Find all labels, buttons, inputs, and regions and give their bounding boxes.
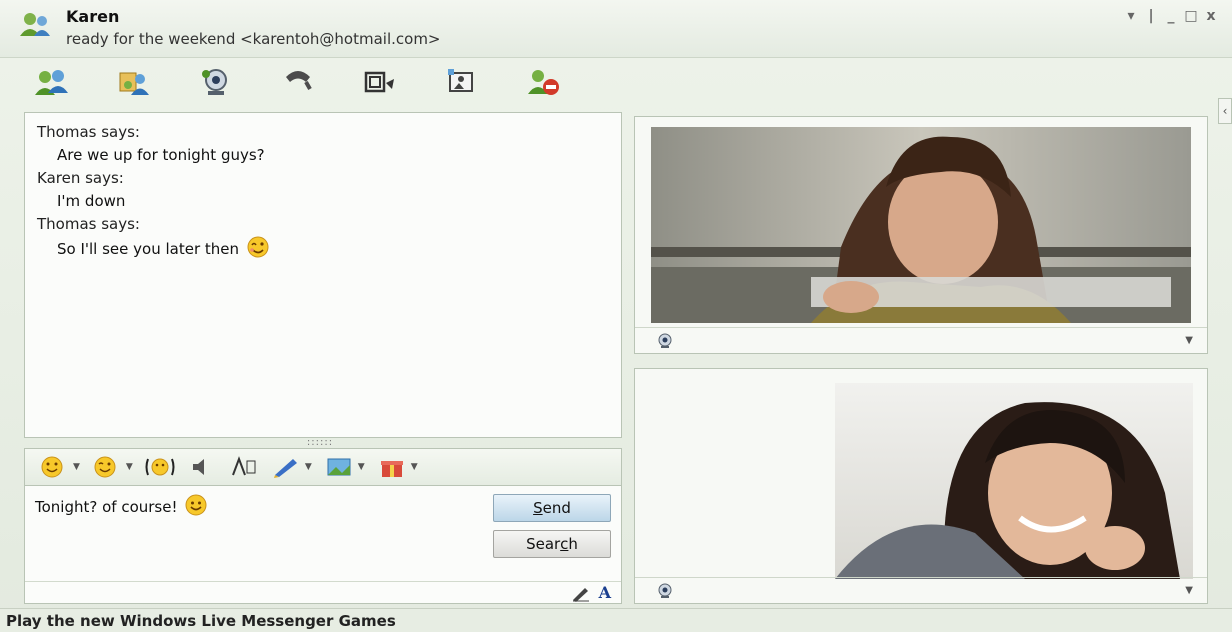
- send-label: end: [542, 499, 571, 517]
- gift-button[interactable]: ▼: [377, 455, 418, 479]
- pen-icon[interactable]: [571, 584, 591, 602]
- chevron-down-icon: ▼: [410, 462, 418, 472]
- voice-clip-button[interactable]: [187, 455, 217, 479]
- maximize-button[interactable]: □: [1184, 8, 1198, 24]
- close-button[interactable]: x: [1204, 8, 1218, 24]
- handwriting-icon: [273, 459, 297, 478]
- conversation-history[interactable]: Thomas says: Are we up for tonight guys?…: [24, 112, 622, 438]
- chevron-down-icon: ▼: [125, 462, 133, 472]
- message-sender: Thomas says:: [37, 123, 140, 141]
- search-button[interactable]: Sear c h: [493, 530, 611, 558]
- message-sender: Thomas says:: [37, 215, 140, 233]
- message-input-value: Tonight? of course!: [35, 498, 178, 516]
- video-footer: ▼: [635, 327, 1207, 353]
- video-call-icon: [202, 69, 227, 95]
- main-toolbar: [0, 60, 1232, 104]
- pane-splitter-handle[interactable]: ::::::: [290, 438, 350, 448]
- games-button[interactable]: [440, 66, 484, 98]
- contact-video-feed: [651, 127, 1191, 323]
- games-icon: [448, 69, 473, 92]
- message-input[interactable]: Tonight? of course!: [35, 494, 207, 516]
- my-video-feed: [835, 383, 1193, 579]
- search-label-pre: Sear: [526, 535, 561, 553]
- phone-call-icon: [286, 71, 312, 90]
- controls-divider: |: [1148, 8, 1154, 24]
- background-button[interactable]: ▼: [324, 455, 365, 479]
- chevron-down-icon: ▼: [357, 462, 365, 472]
- smile-emoticon-icon: [185, 494, 207, 516]
- message-text: I'm down: [57, 192, 126, 210]
- gift-icon: [380, 461, 403, 477]
- chevron-down-icon[interactable]: ▼: [1185, 335, 1193, 346]
- message-text: Are we up for tonight guys?: [57, 146, 265, 164]
- share-files-button[interactable]: [112, 66, 156, 98]
- contact-video-panel: ▼: [634, 116, 1208, 354]
- webcam-icon[interactable]: [657, 583, 673, 599]
- voice-clip-icon: [192, 459, 204, 475]
- invite-contact-icon: [35, 70, 68, 95]
- share-files-icon: [119, 72, 149, 95]
- wink-emoticon-icon: [247, 236, 269, 258]
- chevron-down-icon: ▼: [304, 462, 312, 472]
- wink-icon: [94, 456, 116, 478]
- block-contact-button[interactable]: [522, 66, 566, 98]
- block-contact-icon: [528, 70, 559, 95]
- title-bar: Karen ready for the weekend <karentoh@ho…: [0, 0, 1232, 58]
- emoticon-icon: [41, 456, 63, 478]
- chevron-down-icon[interactable]: ▼: [1185, 585, 1193, 596]
- font-button[interactable]: [229, 455, 259, 479]
- contact-name: Karen: [66, 7, 120, 26]
- emoticon-button[interactable]: ▼: [39, 455, 80, 479]
- message-input-area[interactable]: Tonight? of course! Send Sear c h A: [24, 486, 622, 604]
- ad-text[interactable]: Play the new Windows Live Messenger Game…: [6, 612, 396, 630]
- menu-dropdown-icon[interactable]: ▾: [1124, 8, 1138, 24]
- font-style-button[interactable]: A: [599, 583, 611, 602]
- font-icon: [231, 456, 256, 476]
- phone-call-button[interactable]: [276, 66, 320, 98]
- input-footer: A: [25, 581, 621, 603]
- format-toolbar: ▼ ▼ ▼ ▼ ▼: [24, 448, 622, 486]
- send-button[interactable]: Send: [493, 494, 611, 522]
- nudge-button[interactable]: [145, 455, 175, 479]
- wink-button[interactable]: ▼: [92, 455, 133, 479]
- messenger-window: Karen ready for the weekend <karentoh@ho…: [0, 0, 1232, 632]
- activities-icon: [364, 71, 394, 93]
- message-line: So I'll see you later then: [37, 236, 609, 261]
- window-controls: ▾ | _ □ x: [1124, 8, 1218, 24]
- message-text: So I'll see you later then: [57, 240, 240, 258]
- background-icon: [327, 458, 351, 476]
- send-label-mnemonic: S: [533, 499, 543, 517]
- activities-button[interactable]: [358, 66, 402, 98]
- my-video-panel: ▼: [634, 368, 1208, 604]
- contact-status: ready for the weekend <karentoh@hotmail.…: [66, 30, 441, 48]
- ad-banner[interactable]: Play the new Windows Live Messenger Game…: [0, 608, 1232, 632]
- video-footer: ▼: [635, 577, 1207, 603]
- search-label-post: h: [568, 535, 578, 553]
- nudge-icon: [145, 458, 175, 476]
- message-sender: Karen says:: [37, 169, 124, 187]
- minimize-button[interactable]: _: [1164, 8, 1178, 24]
- handwriting-button[interactable]: ▼: [271, 455, 312, 479]
- webcam-icon[interactable]: [657, 333, 673, 349]
- search-label-mnemonic: c: [560, 535, 569, 553]
- collapse-panel-button[interactable]: ‹: [1218, 98, 1232, 124]
- contact-avatar-icon: [20, 13, 50, 36]
- invite-contact-button[interactable]: [30, 66, 74, 98]
- chevron-down-icon: ▼: [73, 462, 80, 472]
- video-call-button[interactable]: [194, 66, 238, 98]
